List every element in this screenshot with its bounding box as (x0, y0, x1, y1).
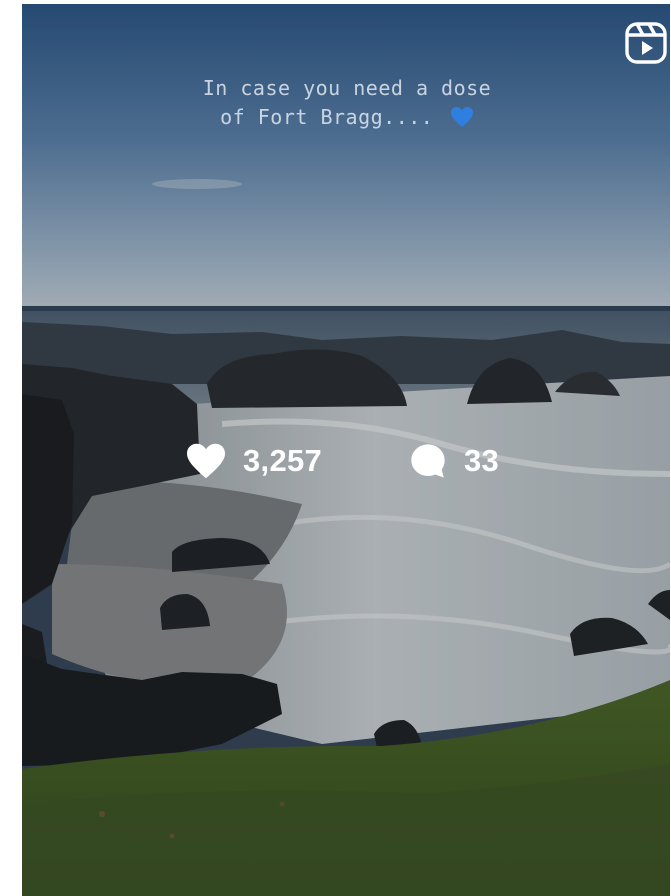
likes-count: 3,257 (243, 443, 323, 478)
post-caption: In case you need a dose of Fort Bragg...… (112, 74, 582, 136)
post-thumbnail[interactable]: In case you need a dose of Fort Bragg...… (22, 4, 670, 896)
caption-line-1: In case you need a dose (202, 76, 492, 100)
likes-stat: 3,257 (185, 436, 322, 486)
comments-count: 33 (464, 443, 500, 478)
engagement-stats: 3,257 33 (22, 436, 670, 486)
comments-stat: 33 (408, 436, 499, 486)
heart-icon (185, 442, 227, 480)
blue-heart-icon (450, 106, 474, 136)
caption-line-2-text: of Fort Bragg.... (220, 105, 434, 129)
caption-line-2: of Fort Bragg.... (112, 103, 582, 136)
reels-icon (625, 22, 667, 64)
comment-icon (408, 441, 448, 481)
